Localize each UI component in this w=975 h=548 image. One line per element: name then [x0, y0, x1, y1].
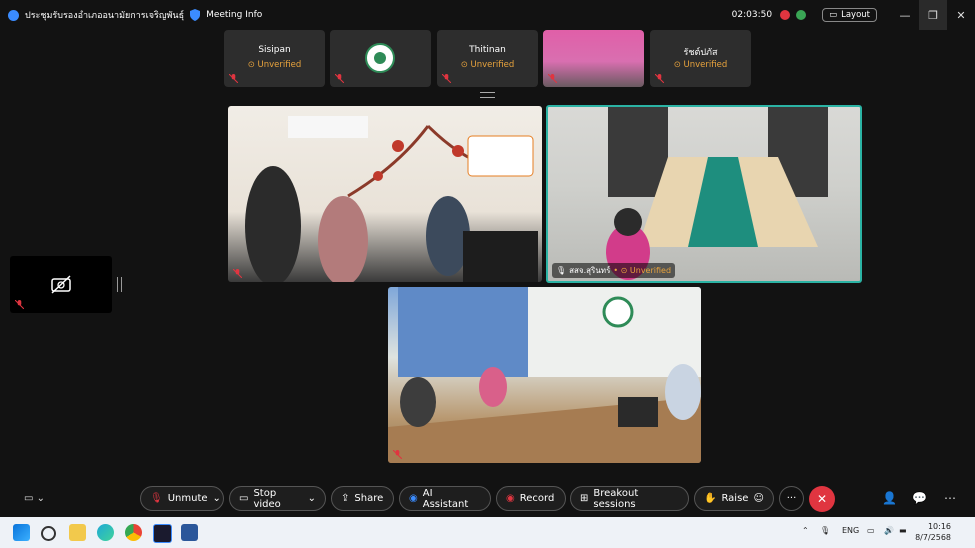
mic-off-icon — [233, 269, 242, 278]
word-icon[interactable] — [181, 524, 198, 541]
resize-handle[interactable] — [480, 92, 495, 98]
shield-icon[interactable] — [190, 9, 201, 21]
window-titlebar: ประชุมรับรองอำเภออนามัยการเจริญพันธุ์ Me… — [0, 0, 975, 30]
mic-off-icon — [442, 74, 451, 83]
participant-video-thumbnail[interactable] — [543, 30, 644, 87]
meeting-controls: 🎙 Unmute ⌄ ▭ Stop video ⌄ ⇪ Share ◉ AI A… — [0, 486, 975, 512]
participant-name: Sisipan — [258, 45, 291, 55]
hand-icon: ✋ — [704, 493, 717, 504]
network-icon[interactable]: ▭ — [867, 526, 875, 535]
webex-taskbar-icon[interactable] — [153, 524, 172, 543]
more-options-button[interactable]: ··· — [779, 486, 804, 511]
mic-off-icon — [548, 74, 557, 83]
mic-off-icon — [393, 450, 402, 459]
participant-video[interactable] — [388, 287, 701, 463]
panel-resize-grip[interactable] — [117, 277, 122, 292]
mic-off-icon — [229, 74, 238, 83]
layout-button[interactable]: ▭ Layout — [822, 8, 877, 22]
video-frame-conference — [388, 287, 701, 463]
recording-indicator-icon — [780, 10, 791, 20]
mic-off-icon: 🎙 — [150, 493, 163, 504]
participant-thumbnail[interactable]: รัชต์ปภัส ⊙ Unverified — [650, 30, 751, 87]
end-call-button[interactable]: ✕ — [809, 486, 835, 512]
chevron-down-icon: ⌄ — [212, 493, 221, 504]
participant-status: ⊙ Unverified — [673, 60, 728, 70]
video-frame-office — [245, 116, 538, 282]
system-clock[interactable]: 10:16 8/7/2568 — [915, 521, 951, 543]
meeting-title: ประชุมรับรองอำเภออนามัยการเจริญพันธุ์ — [25, 11, 185, 21]
meeting-info-link[interactable]: Meeting Info — [206, 10, 262, 20]
windows-start-icon[interactable] — [13, 524, 30, 541]
record-button[interactable]: ◉ Record — [496, 486, 566, 511]
participant-status: ⊙ Unverified — [247, 60, 302, 70]
search-icon[interactable] — [41, 526, 56, 541]
reactions-icon: ☺ — [753, 493, 764, 504]
mic-off-icon — [655, 74, 664, 83]
windows-taskbar: ⌃ 🎙 ENG ▭ 🔊 ▬ 10:16 8/7/2568 — [0, 517, 975, 548]
mic-off-icon — [335, 74, 344, 83]
participant-thumbnail[interactable] — [330, 30, 431, 87]
raise-hand-button[interactable]: ✋ Raise ☺ — [694, 486, 774, 511]
record-icon: ◉ — [506, 493, 515, 504]
minimize-button[interactable]: — — [891, 0, 919, 30]
breakout-grid-icon: ⊞ — [580, 493, 589, 504]
stop-video-button[interactable]: ▭ Stop video ⌄ — [229, 486, 326, 511]
edge-browser-icon[interactable] — [97, 524, 114, 541]
meeting-timer: 02:03:50 — [731, 10, 773, 20]
more-panels-icon[interactable]: ⋯ — [944, 491, 956, 505]
chevron-up-icon[interactable]: ⌃ — [802, 526, 809, 535]
participant-thumbnail[interactable]: Sisipan ⊙ Unverified — [224, 30, 325, 87]
share-button[interactable]: ⇪ Share — [331, 486, 394, 511]
unmute-button[interactable]: 🎙 Unmute ⌄ — [140, 486, 224, 511]
video-frame-meeting-room — [606, 107, 828, 280]
webex-app-icon — [8, 9, 19, 21]
restore-button[interactable]: ❐ — [919, 0, 947, 30]
chrome-browser-icon[interactable] — [125, 524, 142, 541]
participant-name: รัชต์ปภัส — [683, 48, 718, 58]
mic-on-icon: 🎙 — [556, 266, 567, 275]
participant-video[interactable] — [228, 106, 542, 282]
participants-icon[interactable]: 👤 — [882, 491, 897, 505]
file-explorer-icon[interactable] — [69, 524, 86, 541]
participant-name: Thitinan — [469, 45, 506, 55]
battery-icon[interactable]: ▬ — [899, 526, 907, 535]
share-screen-icon: ⇪ — [341, 493, 350, 504]
language-indicator[interactable]: ENG — [842, 526, 859, 535]
layout-icon: ▭ — [829, 10, 838, 20]
speaker-label: 🎙 สสจ.สุรินทร์ • ⊙ Unverified — [552, 263, 676, 278]
camera-off-icon — [51, 275, 71, 294]
mic-off-icon — [15, 300, 24, 309]
connection-indicator-icon — [796, 10, 807, 20]
chat-icon[interactable]: 💬 — [912, 491, 927, 505]
close-window-button[interactable]: ✕ — [947, 0, 975, 30]
participant-status: ⊙ Unverified — [460, 60, 515, 70]
department-logo-icon — [365, 43, 395, 73]
chevron-down-icon: ⌄ — [307, 493, 316, 504]
participant-thumbnail[interactable]: Thitinan ⊙ Unverified — [437, 30, 538, 87]
active-speaker-video[interactable]: 🎙 สสจ.สุรินทร์ • ⊙ Unverified — [546, 105, 862, 283]
ai-assistant-icon: ◉ — [409, 493, 418, 504]
close-icon: ✕ — [816, 492, 828, 506]
volume-icon[interactable]: 🔊 — [884, 526, 894, 535]
breakout-sessions-button[interactable]: ⊞ Breakout sessions — [570, 486, 689, 511]
ai-assistant-button[interactable]: ◉ AI Assistant — [399, 486, 491, 511]
self-view-video[interactable] — [10, 256, 112, 313]
video-camera-icon: ▭ — [239, 493, 249, 504]
mic-muted-tray-icon[interactable]: 🎙 — [820, 526, 830, 535]
